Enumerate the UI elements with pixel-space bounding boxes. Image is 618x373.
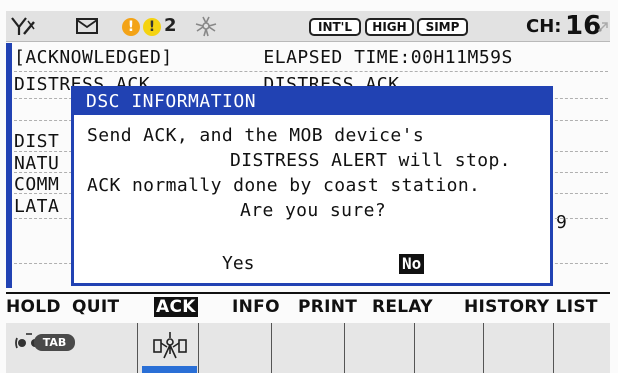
list-stray-char: 9 <box>556 212 568 233</box>
status-bar: ! ! 2 INT'L HIGH SIMP CH: 16 <box>6 11 610 42</box>
tab-divider <box>483 323 484 373</box>
tab-divider <box>414 323 415 373</box>
simplex-indicator: SIMP <box>417 18 468 36</box>
alert-circle-yellow-icon: ! <box>143 18 161 36</box>
no-button[interactable]: No <box>399 254 425 274</box>
high-power-indicator: HIGH <box>365 18 414 36</box>
intl-indicator: INT'L <box>309 18 361 36</box>
hold-softkey[interactable]: HOLD <box>6 297 61 317</box>
list-line: DIST <box>14 131 60 152</box>
dialog-message-line: Are you sure? <box>240 200 387 221</box>
tab-bar <box>6 323 610 373</box>
tab-divider <box>553 323 554 373</box>
list-line: COMM <box>14 174 60 195</box>
tab-divider <box>271 323 272 373</box>
list-line: NATU <box>14 153 60 174</box>
dsc-distress-icon[interactable] <box>153 330 187 364</box>
relay-softkey[interactable]: RELAY <box>372 297 433 317</box>
settings-cluster-icon <box>191 11 221 41</box>
dialog-message-line: DISTRESS ALERT will stop. <box>230 150 511 171</box>
yes-button[interactable]: Yes <box>222 253 255 274</box>
alert-circle-icon: ! <box>122 18 140 36</box>
info-softkey[interactable]: INFO <box>232 297 280 317</box>
tab-divider <box>344 323 345 373</box>
history-list-softkey[interactable]: HISTORY LIST <box>464 297 598 317</box>
divider <box>14 71 608 72</box>
dsc-screen: ! ! 2 INT'L HIGH SIMP CH: 16 [ACKNOWLEDG… <box>0 0 618 373</box>
active-tab-indicator <box>142 366 197 373</box>
print-softkey[interactable]: PRINT <box>298 297 357 317</box>
ack-softkey[interactable]: ACK <box>154 297 198 317</box>
tab-button[interactable]: TAB <box>34 334 75 351</box>
list-header-line: [ACKNOWLEDGED] ELAPSED TIME:00H11M59S <box>14 47 513 68</box>
dialog-message-line: ACK normally done by coast station. <box>87 175 481 196</box>
message-envelope-icon <box>74 11 100 41</box>
tab-divider <box>137 323 138 373</box>
channel-label: CH: <box>526 16 562 37</box>
list-line: LATA <box>14 196 60 217</box>
antenna-off-icon <box>8 11 38 41</box>
dialog-title: DSC INFORMATION <box>74 89 550 115</box>
quit-softkey[interactable]: QUIT <box>72 297 119 317</box>
dialog-message-line: Send ACK, and the MOB device's <box>87 125 425 146</box>
warning-count: 2 <box>164 15 177 36</box>
softkey-row: HOLD QUIT ACK INFO PRINT RELAY HISTORY L… <box>6 292 610 325</box>
dsc-information-dialog: DSC INFORMATION Send ACK, and the MOB de… <box>71 86 553 286</box>
channel-scan-icon <box>596 19 610 38</box>
list-accent-bar <box>6 43 12 288</box>
tab-divider <box>198 323 199 373</box>
